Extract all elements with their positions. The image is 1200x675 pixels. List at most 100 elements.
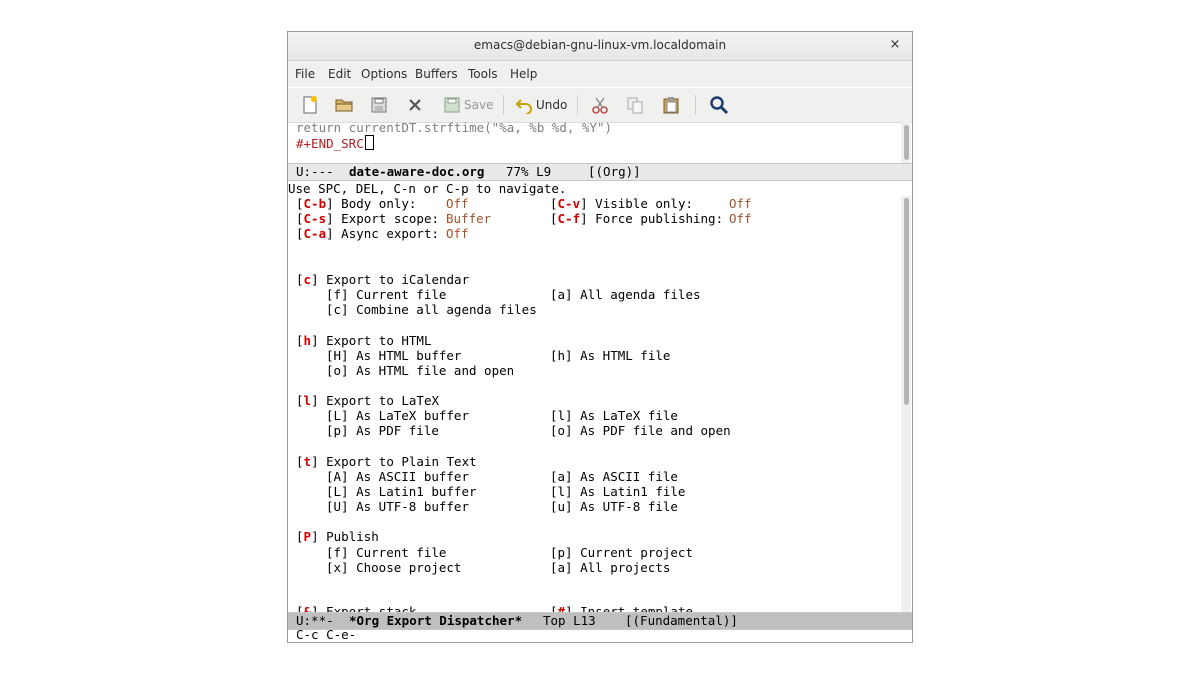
save-disk-icon	[444, 97, 460, 113]
section-key: h	[303, 333, 312, 348]
minibuffer-text: C-c C-e-	[296, 627, 357, 642]
export-command[interactable]: [o] As PDF file and open	[550, 423, 731, 438]
menu-bar: File Edit Options Buffers Tools Help	[288, 61, 912, 87]
tool-bar: Save Undo	[288, 88, 912, 123]
menu-tools[interactable]: Tools	[468, 67, 498, 81]
export-command[interactable]: [l] As Latin1 file	[550, 484, 685, 499]
copy-button[interactable]	[626, 94, 644, 116]
modeline-mode: [(Fundamental)]	[625, 613, 738, 628]
section-title: Export to iCalendar	[326, 272, 470, 287]
modeline-buffer-name: date-aware-doc.org	[349, 164, 485, 179]
search-button[interactable]	[709, 94, 729, 116]
section-publish[interactable]: [P] Publish	[296, 529, 379, 544]
export-command[interactable]: [l] As LaTeX file	[550, 408, 678, 423]
export-command[interactable]: [h] As HTML file	[550, 348, 670, 363]
export-command[interactable]: [c] Combine all agenda files	[326, 302, 537, 317]
section-latex[interactable]: [l] Export to LaTeX	[296, 393, 439, 408]
copy-icon	[627, 97, 643, 114]
section-title: Export to HTML	[326, 333, 432, 348]
export-command[interactable]: [L] As LaTeX buffer	[326, 408, 469, 423]
save-buffer-button[interactable]	[370, 94, 388, 116]
modeline-buffer-name: *Org Export Dispatcher*	[349, 613, 523, 628]
menu-edit[interactable]: Edit	[328, 67, 351, 81]
echo-area: Use SPC, DEL, C-n or C-p to navigate.	[288, 181, 912, 197]
toolbar-separator	[577, 95, 578, 115]
export-command[interactable]: [f] Current file	[326, 287, 446, 302]
minibuffer[interactable]: C-c C-e-	[296, 627, 357, 642]
export-command[interactable]: [p] Current project	[550, 545, 693, 560]
option-key: C-v	[557, 196, 581, 211]
close-window-button[interactable]: ×	[886, 36, 904, 54]
section-html[interactable]: [h] Export to HTML	[296, 333, 431, 348]
upper-mode-line[interactable]: U:--- date-aware-doc.org 77% L9 [(Org)]	[288, 163, 912, 181]
new-file-button[interactable]	[300, 94, 320, 116]
option-async-export[interactable]: [C-a] Async export:	[296, 226, 439, 241]
option-export-scope[interactable]: [C-s] Export scope:	[296, 211, 439, 226]
option-label: Force publishing:	[595, 211, 724, 226]
dispatcher-scrollbar-thumb[interactable]	[904, 198, 909, 405]
paste-button[interactable]	[662, 94, 680, 116]
option-label: Export scope:	[341, 211, 440, 226]
section-key: t	[303, 454, 312, 469]
export-command[interactable]: [x] Choose project	[326, 560, 461, 575]
end-src-line[interactable]: #+END_SRC	[296, 135, 374, 151]
option-value: Off	[446, 226, 469, 241]
echo-message: Use SPC, DEL, C-n or C-p to navigate.	[288, 181, 567, 196]
section-title: Export to LaTeX	[326, 393, 440, 408]
upper-scrollbar-thumb[interactable]	[904, 125, 909, 160]
option-key: C-b	[303, 196, 327, 211]
cut-button[interactable]	[591, 94, 609, 116]
menu-buffers[interactable]: Buffers	[415, 67, 458, 81]
undo-label: Undo	[536, 98, 568, 112]
folder-icon	[335, 99, 353, 112]
open-file-button[interactable]	[334, 94, 354, 116]
section-key: c	[303, 272, 312, 287]
section-icalendar[interactable]: [c] Export to iCalendar	[296, 272, 469, 287]
undo-button[interactable]: Undo	[515, 94, 567, 116]
export-command[interactable]: [L] As Latin1 buffer	[326, 484, 477, 499]
lower-mode-line[interactable]: U:**- *Org Export Dispatcher* Top L13 [(…	[288, 612, 912, 630]
export-command[interactable]: [a] All agenda files	[550, 287, 701, 302]
save-button[interactable]: Save	[443, 94, 493, 116]
export-command[interactable]: [p] As PDF file	[326, 423, 439, 438]
menu-file[interactable]: File	[295, 67, 315, 81]
section-key: l	[303, 393, 312, 408]
modeline-mode: [(Org)]	[588, 164, 641, 179]
emacs-window: emacs@debian-gnu-linux-vm.localdomain × …	[287, 31, 913, 643]
export-command[interactable]: [u] As UTF-8 file	[550, 499, 678, 514]
section-plain-text[interactable]: [t] Export to Plain Text	[296, 454, 477, 469]
option-key: C-f	[557, 211, 581, 226]
option-value: Off	[729, 211, 752, 226]
code-line: return currentDT.strftime("%a, %b %d, %Y…	[296, 120, 613, 135]
toolbar-separator	[695, 95, 696, 115]
option-visible-only[interactable]: [C-v] Visible only:	[550, 196, 693, 211]
toolbar-separator	[503, 95, 504, 115]
export-command[interactable]: [a] All projects	[550, 560, 670, 575]
undo-arrow-icon	[515, 99, 532, 114]
option-value: Buffer	[446, 211, 492, 226]
menu-options[interactable]: Options	[361, 67, 407, 81]
export-command[interactable]: [f] Current file	[326, 545, 446, 560]
option-label: Visible only:	[595, 196, 694, 211]
menu-help[interactable]: Help	[510, 67, 537, 81]
option-key: C-s	[303, 211, 327, 226]
export-command[interactable]: [a] As ASCII file	[550, 469, 678, 484]
export-dispatcher-buffer: [C-b] Body only: Off [C-v] Visible only:…	[288, 196, 900, 613]
export-command[interactable]: [A] As ASCII buffer	[326, 469, 469, 484]
export-command[interactable]: [H] As HTML buffer	[326, 348, 461, 363]
export-command[interactable]: [U] As UTF-8 buffer	[326, 499, 469, 514]
new-file-icon	[303, 96, 317, 114]
option-label: Async export:	[341, 226, 440, 241]
close-buffer-button[interactable]	[406, 94, 424, 116]
end-src-keyword: #+END_SRC	[296, 136, 364, 151]
option-force-publishing[interactable]: [C-f] Force publishing:	[550, 211, 723, 226]
title-bar[interactable]: emacs@debian-gnu-linux-vm.localdomain ×	[288, 32, 912, 61]
export-command[interactable]: [o] As HTML file and open	[326, 363, 514, 378]
section-key: P	[303, 529, 312, 544]
save-icon	[371, 97, 387, 113]
option-body-only[interactable]: [C-b] Body only:	[296, 196, 416, 211]
option-key: C-a	[303, 226, 327, 241]
close-x-icon	[409, 99, 421, 111]
modeline-position: 77% L9	[506, 164, 552, 179]
option-label: Body only:	[341, 196, 417, 211]
